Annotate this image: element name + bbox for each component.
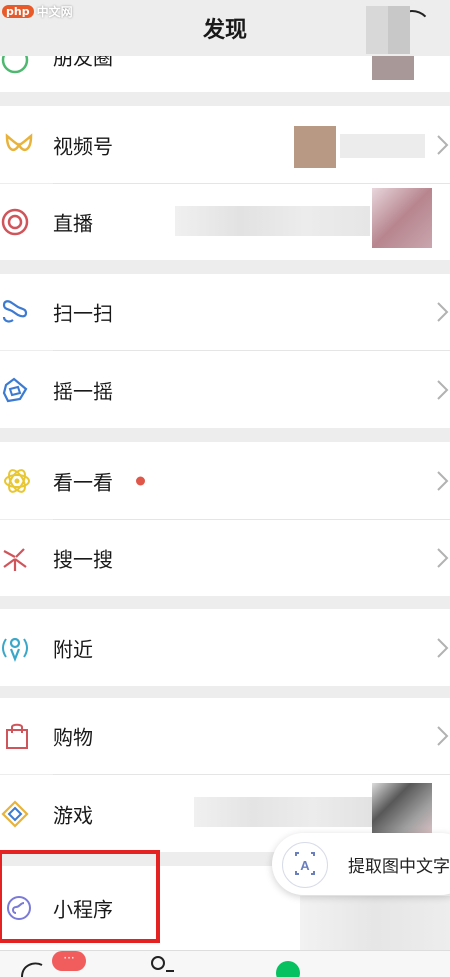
chevron-right-icon	[437, 637, 449, 658]
row-shake[interactable]: 摇一摇	[0, 351, 450, 428]
games-icon	[1, 799, 29, 828]
live-icon	[1, 208, 29, 236]
row-label-scan: 扫一扫	[53, 301, 113, 326]
row-live[interactable]: 直播	[0, 184, 450, 260]
new-content-dot	[136, 476, 145, 485]
chevron-right-icon	[437, 134, 449, 155]
row-nearby[interactable]: 附近	[0, 609, 450, 686]
bottom-tab-bar: ···	[0, 950, 450, 977]
channels-icon	[5, 132, 33, 151]
row-label-live: 直播	[53, 211, 93, 236]
blurred-thumbnail	[300, 896, 450, 950]
contacts-tab-icon[interactable]	[140, 951, 180, 977]
svg-text:A: A	[300, 858, 310, 873]
row-label-top-stories: 看一看	[53, 470, 113, 494]
shake-icon	[2, 377, 28, 402]
row-label-search: 搜一搜	[53, 547, 113, 572]
discover-tab-icon[interactable]	[268, 951, 308, 977]
extract-text-popup[interactable]: A 提取图中文字	[272, 833, 450, 895]
search-icon	[3, 548, 27, 571]
chevron-right-icon	[437, 726, 449, 746]
blurred-avatar	[366, 6, 410, 54]
chevron-right-icon	[437, 470, 449, 491]
text-scan-icon: A	[282, 842, 328, 888]
blurred-thumbnail	[372, 188, 432, 248]
row-channels[interactable]: 视频号	[0, 106, 450, 183]
highlight-box	[0, 850, 160, 943]
top-stories-icon	[4, 468, 30, 493]
scan-icon	[2, 300, 28, 323]
row-label-shopping: 购物	[53, 725, 93, 750]
unread-badge: ···	[52, 951, 86, 971]
row-scan[interactable]: 扫一扫	[0, 274, 450, 350]
shopping-bag-icon	[6, 723, 28, 749]
top-bar: php 中文网 发现	[0, 0, 450, 56]
row-label-channels: 视频号	[53, 134, 113, 158]
row-search[interactable]: 搜一搜	[0, 520, 450, 596]
row-shopping[interactable]: 购物	[0, 698, 450, 774]
extract-text-label: 提取图中文字	[348, 857, 450, 877]
blurred-text	[340, 134, 425, 158]
chevron-right-icon	[437, 548, 449, 568]
blurred-thumbnail	[294, 126, 336, 168]
row-label-games: 游戏	[53, 803, 93, 827]
blurred-text	[194, 797, 372, 827]
chevron-right-icon	[437, 379, 449, 400]
row-top-stories[interactable]: 看一看	[0, 442, 450, 519]
blurred-text	[175, 206, 370, 236]
row-label-nearby: 附近	[53, 637, 93, 661]
nearby-icon	[2, 637, 28, 662]
row-label-shake: 摇一摇	[53, 379, 113, 403]
chevron-right-icon	[437, 302, 449, 322]
